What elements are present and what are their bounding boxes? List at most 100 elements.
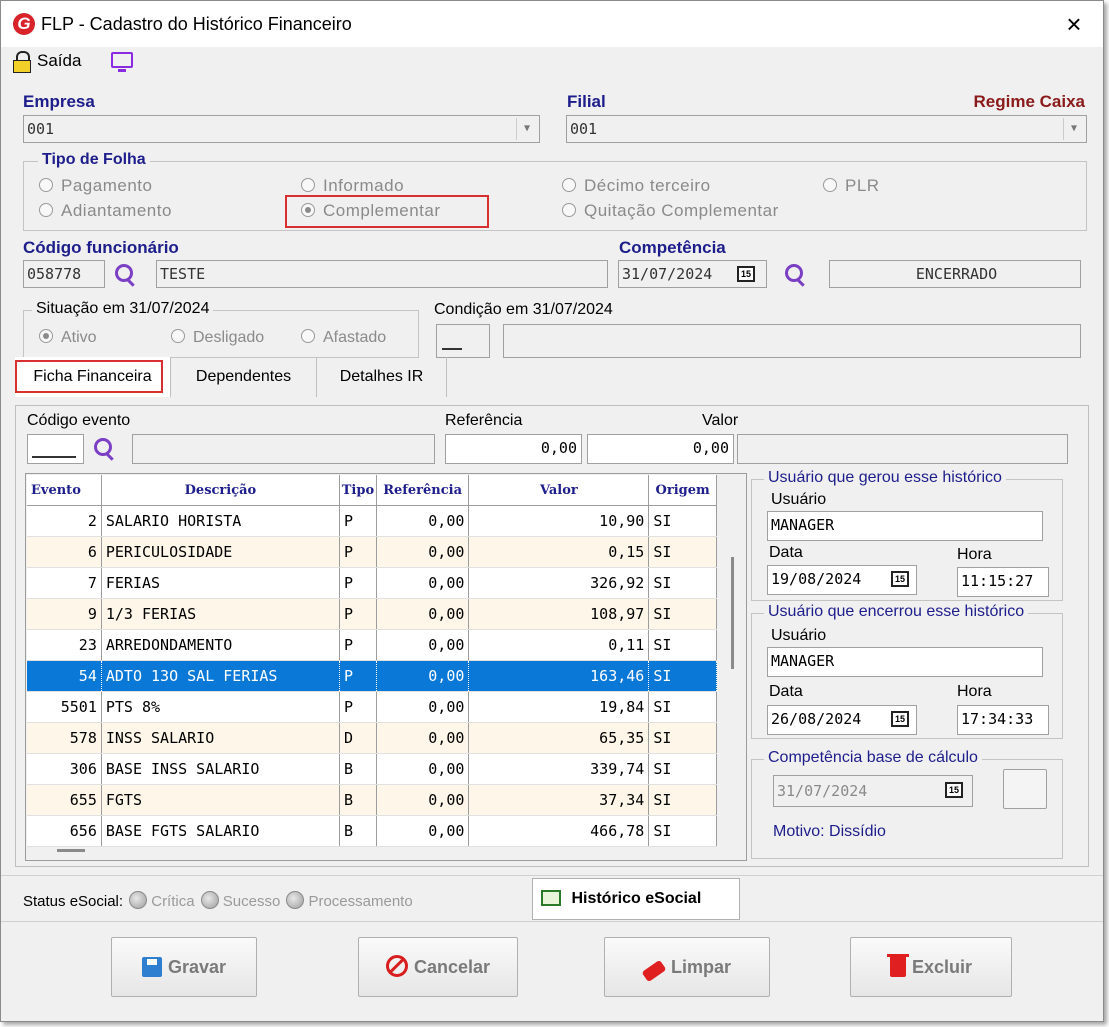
search-icon[interactable] <box>784 263 806 287</box>
cell-referencia: 0,00 <box>376 784 470 816</box>
highlight-complementar <box>285 195 489 228</box>
radio-decimo-terceiro[interactable]: Décimo terceiro <box>562 176 711 196</box>
table-row[interactable]: 23 ARREDONDAMENTO P 0,00 0,11 SI <box>27 629 717 661</box>
col-tipo[interactable]: Tipo <box>339 475 377 506</box>
cell-valor: 10,90 <box>468 505 650 537</box>
tab-detalhes-ir[interactable]: Detalhes IR <box>317 357 447 397</box>
valor-extra-field <box>737 434 1068 464</box>
table-row[interactable]: 306 BASE INSS SALARIO B 0,00 339,74 SI <box>27 753 717 785</box>
table-row[interactable]: 6 PERICULOSIDADE P 0,00 0,15 SI <box>27 536 717 568</box>
table-row[interactable]: 7 FERIAS P 0,00 326,92 SI <box>27 567 717 599</box>
cell-valor: 326,92 <box>468 567 650 599</box>
cell-valor: 108,97 <box>468 598 650 630</box>
table-row[interactable]: 54 ADTO 13O SAL FERIAS P 0,00 163,46 SI <box>27 660 717 692</box>
gravar-button[interactable]: Gravar <box>111 937 257 997</box>
table-row[interactable]: 2 SALARIO HORISTA P 0,00 10,90 SI <box>27 505 717 537</box>
empresa-select[interactable]: 001 ▼ <box>23 115 540 143</box>
tipo-folha-title: Tipo de Folha <box>38 151 150 169</box>
cell-origem: SI <box>648 660 717 692</box>
folder-icon <box>541 890 561 906</box>
competencia-status-field: ENCERRADO <box>829 260 1081 288</box>
search-icon[interactable] <box>93 437 115 461</box>
gerou-usuario-field: MANAGER <box>767 511 1043 541</box>
cell-referencia: 0,00 <box>376 722 470 754</box>
radio-informado[interactable]: Informado <box>301 176 404 196</box>
cell-origem: SI <box>648 536 717 568</box>
radio-plr[interactable]: PLR <box>823 176 880 196</box>
search-icon[interactable] <box>114 263 136 287</box>
excluir-button[interactable]: Excluir <box>850 937 1012 997</box>
calendar-icon[interactable]: 15 <box>891 711 909 727</box>
cell-origem: SI <box>648 567 717 599</box>
radio-ativo[interactable]: Ativo <box>39 329 97 347</box>
cell-evento: 7 <box>27 567 102 599</box>
table-row[interactable]: 9 1/3 FERIAS P 0,00 108,97 SI <box>27 598 717 630</box>
cell-tipo: P <box>339 691 377 723</box>
cell-referencia: 0,00 <box>376 629 470 661</box>
radio-desligado[interactable]: Desligado <box>171 329 264 347</box>
radio-adiantamento[interactable]: Adiantamento <box>39 201 172 221</box>
radio-quitacao-complementar[interactable]: Quitação Complementar <box>562 201 779 221</box>
cell-valor: 466,78 <box>468 815 650 847</box>
cancelar-button[interactable]: Cancelar <box>358 937 518 997</box>
monitor-icon[interactable] <box>111 52 133 72</box>
lock-icon[interactable] <box>13 51 31 73</box>
eraser-icon <box>641 959 667 983</box>
calendar-icon[interactable]: 15 <box>737 266 755 282</box>
calendar-icon[interactable]: 15 <box>945 782 963 798</box>
codigo-evento-input[interactable] <box>27 434 84 464</box>
table-row[interactable]: 578 INSS SALARIO D 0,00 65,35 SI <box>27 722 717 754</box>
cell-evento: 9 <box>27 598 102 630</box>
cell-evento: 578 <box>27 722 102 754</box>
cell-tipo: P <box>339 505 377 537</box>
col-referencia[interactable]: Referência <box>376 475 470 506</box>
referencia-input[interactable]: 0,00 <box>445 434 582 464</box>
main-window: G FLP - Cadastro do Histórico Financeiro… <box>0 0 1104 1022</box>
base-calculo-button[interactable] <box>1003 769 1047 809</box>
radio-afastado[interactable]: Afastado <box>301 329 386 347</box>
valor-input[interactable]: 0,00 <box>587 434 734 464</box>
eventos-table: Evento Descrição Tipo Referência Valor O… <box>27 475 717 847</box>
cell-evento: 54 <box>27 660 102 692</box>
cell-evento: 306 <box>27 753 102 785</box>
situacao-title: Situação em 31/07/2024 <box>32 300 214 318</box>
tab-dependentes[interactable]: Dependentes <box>171 357 317 397</box>
chevron-down-icon[interactable]: ▼ <box>1063 118 1084 140</box>
table-row[interactable]: 5501 PTS 8% P 0,00 19,84 SI <box>27 691 717 723</box>
col-origem[interactable]: Origem <box>648 475 717 506</box>
historico-esocial-button[interactable]: Histórico eSocial <box>532 878 740 920</box>
codigo-funcionario-input[interactable]: 058778 <box>23 260 105 288</box>
cell-descricao: SALARIO HORISTA <box>101 505 341 537</box>
filial-select[interactable]: 001 ▼ <box>566 115 1087 143</box>
grid-horizontal-scrollbar[interactable] <box>57 849 85 852</box>
cell-origem: SI <box>648 784 717 816</box>
competencia-label: Competência <box>619 238 726 257</box>
chevron-down-icon[interactable]: ▼ <box>516 118 537 140</box>
calendar-icon[interactable]: 15 <box>891 571 909 587</box>
codigo-evento-label: Código evento <box>27 412 131 429</box>
cell-tipo: D <box>339 722 377 754</box>
trash-icon <box>886 954 909 977</box>
limpar-button[interactable]: Limpar <box>604 937 770 997</box>
table-row[interactable]: 656 BASE FGTS SALARIO B 0,00 466,78 SI <box>27 815 717 847</box>
referencia-label: Referência <box>445 412 523 429</box>
cell-descricao: ARREDONDAMENTO <box>101 629 341 661</box>
cell-origem: SI <box>648 598 717 630</box>
base-calculo-date-field[interactable]: 31/07/2024 <box>773 775 973 807</box>
cell-tipo: B <box>339 784 377 816</box>
radio-pagamento[interactable]: Pagamento <box>39 176 152 196</box>
table-row[interactable]: 655 FGTS B 0,00 37,34 SI <box>27 784 717 816</box>
col-valor[interactable]: Valor <box>468 475 650 506</box>
col-descricao[interactable]: Descrição <box>101 475 341 506</box>
col-evento[interactable]: Evento <box>27 475 102 506</box>
sucesso-label: Sucesso <box>222 893 281 910</box>
title-bar: G FLP - Cadastro do Histórico Financeiro… <box>1 1 1103 47</box>
codigo-evento-underline <box>32 456 76 458</box>
cell-descricao: PTS 8% <box>101 691 341 723</box>
cell-tipo: P <box>339 598 377 630</box>
grid-vertical-scrollbar[interactable] <box>731 557 734 669</box>
cell-descricao: BASE INSS SALARIO <box>101 753 341 785</box>
exit-menu-item[interactable]: Saída <box>37 51 81 71</box>
close-button[interactable]: × <box>1059 9 1089 40</box>
regime-caixa-label: Regime Caixa <box>973 92 1086 111</box>
